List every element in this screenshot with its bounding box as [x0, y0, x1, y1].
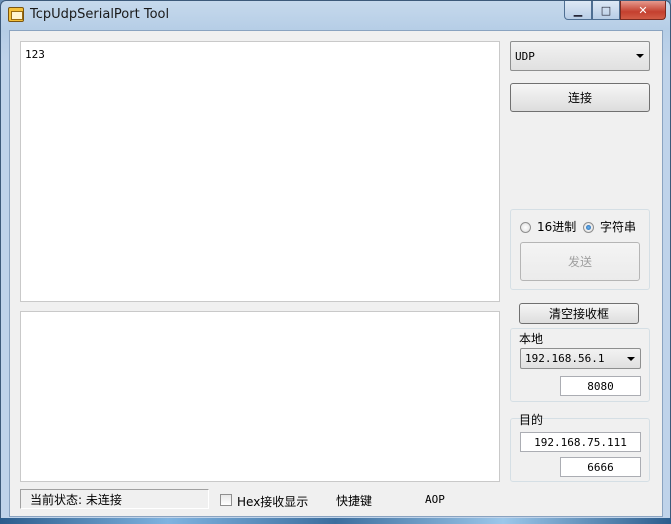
- close-button[interactable]: ✕: [620, 1, 666, 20]
- maximize-icon: □: [600, 3, 612, 17]
- clear-receive-button[interactable]: 清空接收框: [519, 303, 639, 324]
- local-label: 本地: [519, 332, 544, 346]
- taskbar-strip: [0, 518, 671, 524]
- status-text: 当前状态: 未连接: [30, 492, 122, 507]
- minimize-button[interactable]: ▁: [564, 1, 592, 20]
- chevron-down-icon: [627, 356, 635, 361]
- hex-display-checkbox[interactable]: [220, 494, 232, 506]
- send-textarea[interactable]: [20, 311, 500, 482]
- maximize-button[interactable]: □: [592, 1, 620, 20]
- target-ip-input[interactable]: 192.168.75.111: [520, 432, 641, 452]
- client-area: 123 UDP 连接 16进制 字符串 发送 清空接收框 本地 192.168.…: [9, 30, 663, 517]
- string-radio-label: 字符串: [600, 220, 637, 234]
- receive-textarea[interactable]: 123: [20, 41, 500, 302]
- minimize-icon: ▁: [573, 3, 583, 17]
- status-bar-field: 当前状态: 未连接: [20, 489, 209, 509]
- local-ip-select[interactable]: 192.168.56.1: [520, 348, 641, 369]
- app-icon: [8, 7, 24, 22]
- chevron-down-icon: [636, 54, 644, 58]
- target-group: 目的 192.168.75.111 6666: [510, 413, 650, 482]
- protocol-select-value: UDP: [515, 49, 535, 63]
- send-format-group: 16进制 字符串 发送: [510, 209, 650, 290]
- string-radio[interactable]: [583, 222, 594, 233]
- window-title: TcpUdpSerialPort Tool: [30, 7, 170, 22]
- hex-display-label: Hex接收显示: [237, 495, 309, 509]
- aop-label[interactable]: AOP: [425, 493, 445, 506]
- shortcut-label[interactable]: 快捷键: [336, 492, 372, 509]
- local-group: 本地 192.168.56.1 8080: [510, 328, 650, 402]
- app-window: TcpUdpSerialPort Tool ▁ □ ✕ 123 UDP 连接 1…: [0, 0, 671, 524]
- local-ip-value: 192.168.56.1: [525, 352, 605, 365]
- hex-radio-label: 16进制: [537, 220, 577, 234]
- protocol-select[interactable]: UDP: [510, 41, 650, 71]
- close-icon: ✕: [638, 3, 648, 17]
- local-port-input[interactable]: 8080: [560, 376, 641, 396]
- send-button[interactable]: 发送: [520, 242, 640, 281]
- target-label: 目的: [519, 413, 544, 427]
- target-port-input[interactable]: 6666: [560, 457, 641, 477]
- title-bar[interactable]: TcpUdpSerialPort Tool ▁ □ ✕: [1, 1, 670, 29]
- hex-radio[interactable]: [520, 222, 531, 233]
- caption-buttons: ▁ □ ✕: [564, 1, 666, 21]
- connect-button[interactable]: 连接: [510, 83, 650, 112]
